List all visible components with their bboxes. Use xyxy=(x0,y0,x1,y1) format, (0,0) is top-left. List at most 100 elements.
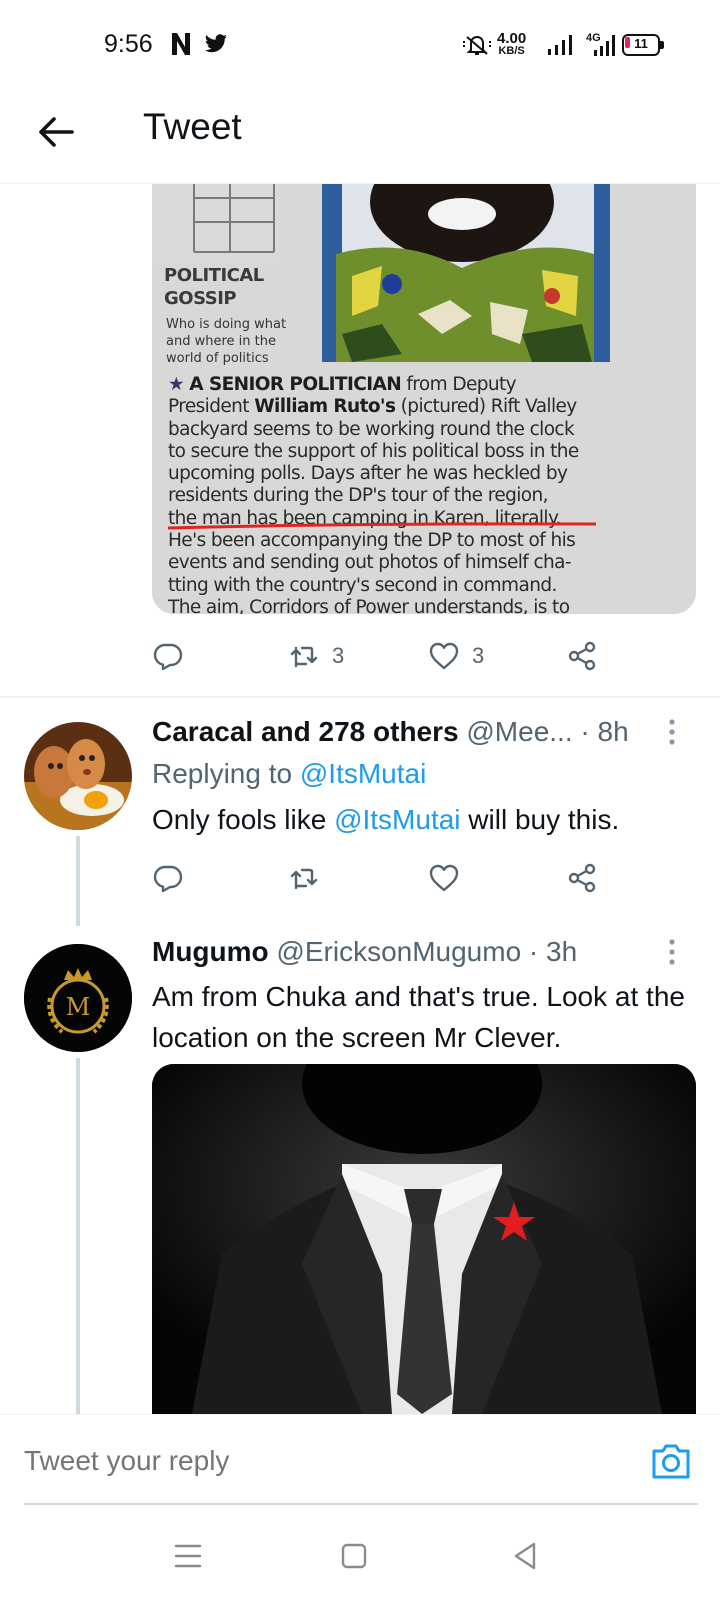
battery-level: 11 xyxy=(634,36,648,51)
red-underline-mark xyxy=(167,522,597,530)
avatar[interactable]: M xyxy=(24,944,132,1052)
reply-author-name[interactable]: Mugumo xyxy=(152,936,269,967)
home-icon[interactable] xyxy=(334,1538,374,1574)
reply-image[interactable] xyxy=(152,1064,696,1414)
retweet-button[interactable]: 3 xyxy=(288,634,344,678)
reply-button[interactable] xyxy=(152,634,184,678)
reply-text-part: will buy this. xyxy=(460,804,620,835)
article-name: William Ruto's xyxy=(254,396,396,418)
article-line: residents during the DP's tour of the re… xyxy=(168,485,549,507)
reply-author-name[interactable]: Caracal and 278 others xyxy=(152,716,459,747)
signal-strength-icon-2 xyxy=(594,35,615,56)
like-count: 3 xyxy=(472,643,485,668)
divider xyxy=(0,696,720,698)
mute-bell-icon xyxy=(463,35,491,55)
back-button[interactable] xyxy=(34,110,78,154)
reply-time: 3h xyxy=(546,936,578,967)
back-nav-icon[interactable] xyxy=(506,1538,546,1574)
more-options-icon[interactable] xyxy=(666,718,678,748)
page-title: Tweet xyxy=(143,106,242,147)
article-line: events and sending out photos of himself… xyxy=(168,552,572,574)
like-button[interactable]: 3 xyxy=(428,634,484,678)
article-line-2c: (pictured) Rift Valley xyxy=(395,396,578,418)
article-body: ★ A SENIOR POLITICIAN from Deputy Presid… xyxy=(168,374,688,614)
more-options-icon[interactable] xyxy=(666,938,678,968)
reply-button[interactable] xyxy=(152,856,184,900)
heart-icon xyxy=(429,864,459,892)
status-time: 9:56 xyxy=(104,30,153,58)
network-speed-value: 4.00 xyxy=(497,30,527,47)
retweet-count: 3 xyxy=(332,643,345,668)
article-star: ★ xyxy=(168,374,185,395)
suit-photo xyxy=(152,1064,696,1414)
avatar[interactable] xyxy=(24,722,132,830)
article-line: backyard seems to be working round the c… xyxy=(168,418,575,440)
article-line: ★ A SENIOR POLITICIAN from Deputy xyxy=(168,374,688,396)
reply-input[interactable] xyxy=(24,1445,624,1477)
share-icon xyxy=(568,863,596,893)
article-lead: A SENIOR POLITICIAN xyxy=(189,374,402,395)
replying-mention-link[interactable]: @ItsMutai xyxy=(300,758,426,789)
share-button[interactable] xyxy=(566,856,598,900)
politician-photo-graphic xyxy=(322,184,610,362)
article-line: He's been accompanying the DP to most of… xyxy=(168,530,576,552)
eggs-avatar-image xyxy=(24,722,132,830)
thread-line xyxy=(76,1058,80,1414)
heart-icon xyxy=(429,642,459,670)
column-title: POLITICAL GOSSIP xyxy=(164,264,264,310)
reply-actions xyxy=(152,856,612,900)
reply-author-handle: @Mee... xyxy=(466,716,573,747)
article-line: upcoming polls. Days after he was heckle… xyxy=(168,463,568,485)
separator-dot: · xyxy=(521,936,547,967)
column-title-line-1: POLITICAL xyxy=(164,265,264,286)
article-line: President William Ruto's (pictured) Rift… xyxy=(168,396,688,418)
newspaper-grid-graphic xyxy=(152,184,282,264)
article-line-1-rest: from Deputy xyxy=(401,374,517,395)
replying-prefix: Replying to xyxy=(152,758,300,789)
retweet-icon xyxy=(290,646,318,668)
thread-line xyxy=(76,836,80,926)
article-line: tting with the country's second in comma… xyxy=(168,574,557,596)
article-line-2a: President xyxy=(168,396,255,418)
tweet-image[interactable]: POLITICAL GOSSIP Who is doing what and w… xyxy=(152,184,696,614)
reply-icon xyxy=(153,865,183,893)
reply-text-part: Only fools like xyxy=(152,804,335,835)
column-subtitle: Who is doing what and where in the world… xyxy=(166,317,287,366)
network-speed: 4.00 KB/S xyxy=(497,30,527,58)
tweet-actions: 3 3 xyxy=(152,634,612,678)
compose-reply-bar xyxy=(0,1414,720,1512)
politician-photo xyxy=(322,184,610,362)
mugumo-logo-avatar: M xyxy=(24,944,132,1052)
network-4g-indicator: 4G xyxy=(580,32,616,58)
twitter-notification-icon xyxy=(205,34,227,53)
tweet-header: Tweet xyxy=(0,92,720,184)
reply-author[interactable]: Mugumo @EricksonMugumo · 3h xyxy=(152,936,577,968)
article-line: The aim, Corridors of Power understands,… xyxy=(168,596,570,614)
reply-icon xyxy=(153,643,183,671)
netflix-notification-icon xyxy=(172,33,190,55)
reply-time: 8h xyxy=(597,716,629,747)
system-nav-bar xyxy=(0,1512,720,1600)
share-button[interactable] xyxy=(566,634,598,678)
battery-tip xyxy=(660,41,664,49)
reply-author-handle: @EricksonMugumo xyxy=(276,936,522,967)
status-bar: 9:56 4.00 KB/S 4G 11 xyxy=(0,0,720,92)
replying-to: Replying to @ItsMutai xyxy=(152,758,426,790)
mention-link[interactable]: @ItsMutai xyxy=(334,804,460,835)
battery-icon: 11 xyxy=(622,34,664,56)
reply-input-underline xyxy=(24,1503,698,1505)
separator-dot: · xyxy=(572,716,598,747)
reply-author[interactable]: Caracal and 278 others @Mee... · 8h xyxy=(152,716,629,748)
article-line: to secure the support of his political b… xyxy=(168,440,579,462)
signal-strength-icon xyxy=(548,35,572,55)
camera-icon[interactable] xyxy=(650,1441,692,1481)
reply-text: Am from Chuka and that's true. Look at t… xyxy=(152,981,685,1053)
reply-text: Only fools like @ItsMutai will buy this. xyxy=(152,800,692,839)
share-icon xyxy=(568,641,596,671)
menu-icon[interactable] xyxy=(168,1538,208,1574)
column-title-line-2: GOSSIP xyxy=(164,288,237,309)
like-button[interactable] xyxy=(428,856,460,900)
network-speed-unit: KB/S xyxy=(498,45,525,57)
retweet-button[interactable] xyxy=(288,856,320,900)
avatar-letter: M xyxy=(66,993,91,1021)
